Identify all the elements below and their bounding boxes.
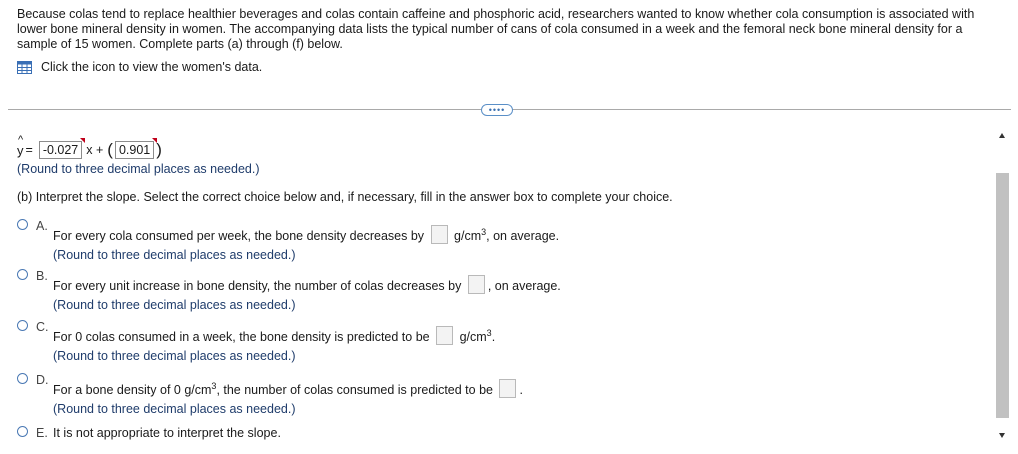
unit-text: g/cm — [454, 229, 482, 244]
option-b-suffix: , on average. — [487, 278, 561, 293]
option-d-answer-box[interactable] — [499, 379, 517, 399]
intercept-value: 0.901 — [118, 143, 151, 157]
option-c[interactable]: C. For 0 colas consumed in a week, the b… — [17, 320, 495, 363]
close-paren: ) — [156, 140, 162, 159]
flag-icon — [152, 138, 158, 143]
option-b[interactable]: B. For every unit increase in bone densi… — [17, 269, 561, 312]
x-plus: x + — [86, 143, 104, 157]
option-letter: E. — [36, 426, 48, 440]
option-b-text: For every unit increase in bone density,… — [53, 278, 462, 293]
option-a[interactable]: A. For every cola consumed per week, the… — [17, 219, 559, 262]
option-b-hint: (Round to three decimal places as needed… — [53, 298, 296, 312]
equation-round-hint: (Round to three decimal places as needed… — [17, 162, 260, 176]
intercept-answer-box[interactable]: 0.901 — [114, 138, 158, 159]
option-c-answer-box[interactable] — [436, 326, 454, 346]
radio-option-b[interactable] — [17, 269, 28, 280]
part-b-prompt: (b) Interpret the slope. Select the corr… — [17, 190, 673, 204]
option-a-answer-box[interactable] — [430, 225, 448, 245]
option-d[interactable]: D. For a bone density of 0 g/cm3, the nu… — [17, 373, 523, 416]
scroll-down-icon[interactable] — [999, 433, 1005, 438]
slope-answer-box[interactable]: -0.027 — [38, 138, 86, 159]
radio-option-c[interactable] — [17, 320, 28, 331]
option-letter: A. — [36, 219, 48, 233]
option-d-hint: (Round to three decimal places as needed… — [53, 402, 296, 417]
radio-option-e[interactable] — [17, 426, 28, 437]
scroll-up-icon[interactable] — [999, 133, 1005, 138]
option-c-hint: (Round to three decimal places as needed… — [53, 349, 296, 364]
option-b-answer-box[interactable] — [467, 275, 485, 294]
equals-sign: = — [25, 143, 33, 157]
slope-value: -0.027 — [42, 143, 79, 157]
flag-icon — [80, 138, 86, 143]
option-e-text: It is not appropriate to interpret the s… — [53, 426, 281, 440]
option-letter: C. — [36, 320, 49, 334]
radio-option-d[interactable] — [17, 373, 28, 384]
option-d-text-continued: , the number of colas consumed is predic… — [216, 383, 493, 398]
problem-statement: Because colas tend to replace healthier … — [17, 7, 975, 51]
option-d-text: For a bone density of 0 g/cm — [53, 383, 212, 398]
option-a-hint: (Round to three decimal places as needed… — [53, 248, 296, 263]
regression-equation: y = -0.027 x + ( 0.901 ) — [17, 134, 162, 159]
scrollbar-thumb[interactable] — [996, 173, 1009, 418]
option-a-text: For every cola consumed per week, the bo… — [53, 229, 425, 244]
option-c-suffix: . — [491, 330, 496, 345]
radio-option-a[interactable] — [17, 219, 28, 230]
option-a-suffix: , on average. — [486, 229, 560, 244]
option-d-suffix: . — [519, 383, 523, 398]
open-paren: ( — [107, 140, 113, 159]
view-data-link[interactable]: Click the icon to view the women's data. — [17, 60, 262, 74]
option-letter: B. — [36, 269, 48, 283]
table-icon[interactable] — [17, 60, 32, 74]
option-c-text: For 0 colas consumed in a week, the bone… — [53, 330, 430, 345]
expand-button[interactable]: •••• — [481, 104, 513, 116]
y-hat-symbol: y — [17, 134, 24, 158]
vertical-scrollbar[interactable] — [996, 133, 1009, 438]
option-e[interactable]: E. It is not appropriate to interpret th… — [17, 426, 281, 440]
view-data-label[interactable]: Click the icon to view the women's data. — [41, 60, 262, 74]
option-letter: D. — [36, 373, 49, 387]
unit-text: g/cm — [459, 330, 487, 345]
